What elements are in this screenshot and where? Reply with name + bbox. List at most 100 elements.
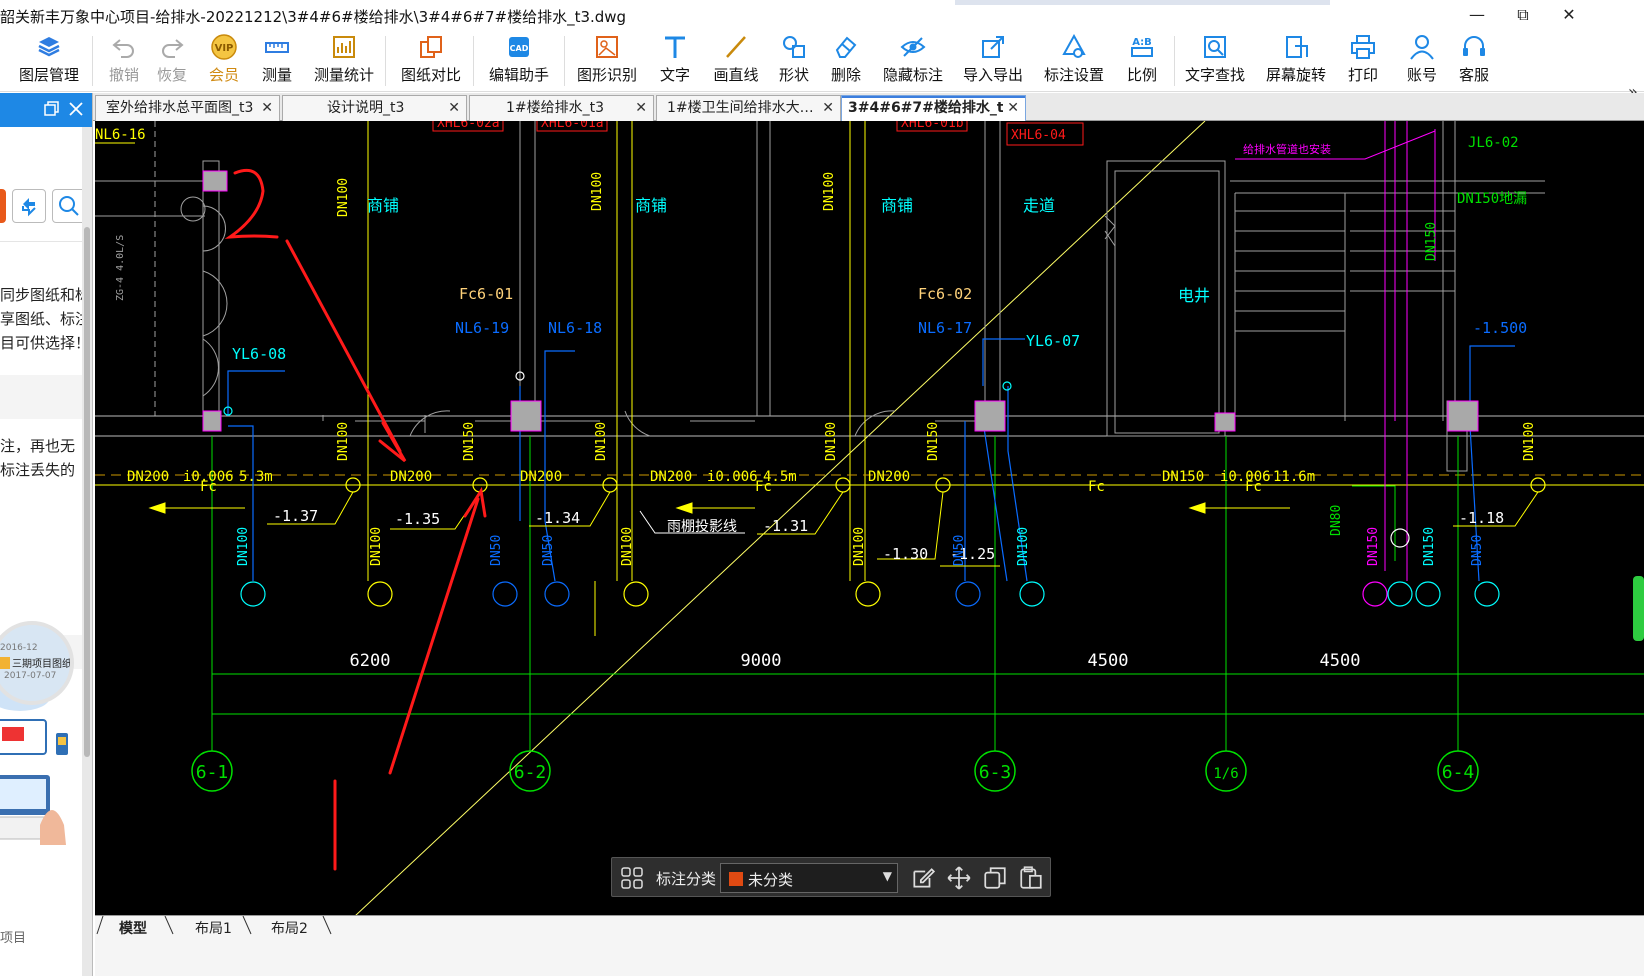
grid-icon[interactable] [620,866,644,890]
sidebar-search-button[interactable] [52,189,82,223]
vip-icon: VIP [211,34,237,60]
rotate-screen-button[interactable]: 屏幕旋转 [1264,34,1328,90]
svg-text:A:B: A:B [1132,37,1152,48]
close-panel-icon[interactable] [68,101,84,117]
space-label: 电井 [1178,286,1210,305]
card-date: 2016-12 [0,643,38,653]
edit-assistant-button[interactable]: CAD 编辑助手 [487,34,551,90]
text-button[interactable]: 文字 [653,34,697,90]
measure-stats-button[interactable]: 测量统计 [312,34,376,90]
axis-label-6-2: 6-2 [514,762,547,783]
toolbar-label: 文字查找 [1184,66,1245,84]
doc-tab-active[interactable]: 3#4#6#7#楼给排水_t3 ✕ [841,95,1026,121]
shapes-button[interactable]: 形状 [772,34,816,90]
level-value: -1.34 [535,509,580,527]
dim-4500-a: 4500 [1088,651,1129,671]
print-button[interactable]: 打印 [1341,34,1385,90]
layout-tab-model[interactable]: 模型 [111,918,155,938]
undo-button[interactable]: 撤销 [102,34,146,90]
scrollbar-thumb[interactable] [84,227,90,757]
title-bar: 韶关新丰万象中心项目-给排水-20221212\3#4#6#楼给排水\3#4#6… [0,0,1644,30]
edit-icon[interactable] [910,865,936,891]
axis-labels: 6-1 6-2 6-3 1/6 6-4 [196,762,1475,783]
tag-label: Fc6-02 [918,285,972,303]
tag-label: NL6-17 [918,319,972,337]
doc-tab[interactable]: 设计说明_t3 ✕ [282,95,467,121]
yellow-pipes [95,121,1644,636]
restore-panel-icon[interactable] [44,101,60,117]
maximize-button[interactable]: ⧉ [1500,2,1546,28]
vip-button[interactable]: VIP 会员 [202,34,246,90]
toolbar-label: 比例 [1126,66,1157,84]
tab-close-icon[interactable]: ✕ [822,96,834,120]
doc-tab[interactable]: 1#楼卫生间给排水大… ✕ [656,95,841,121]
tab-close-icon[interactable]: ✕ [261,96,273,120]
svg-text:DN80: DN80 [1329,505,1344,536]
scale-button[interactable]: A:B 比例 [1120,34,1164,90]
blue-pipes [227,338,1515,582]
level-value: -1.37 [273,507,318,525]
customer-service-button[interactable]: 客服 [1452,34,1496,90]
tag-label: XHL6-04 [1011,128,1066,143]
close-button[interactable]: ✕ [1546,2,1592,28]
delete-button[interactable]: 删除 [824,34,868,90]
tab-close-icon[interactable]: ✕ [1007,96,1019,120]
tag-label: XHL6-01b [901,121,964,131]
shape-recognize-button[interactable]: 图形识别 [575,34,639,90]
redo-icon [162,39,184,58]
divider [0,241,82,242]
space-label: 商铺 [881,196,913,215]
tab-close-icon[interactable]: ✕ [448,96,460,120]
tag-label: XHL6-02a [437,121,500,131]
layout-tab-2[interactable]: 布局2 [263,918,316,938]
tags-green: JL6-02 DN150地漏 [1457,135,1527,207]
text-search-button[interactable]: 文字查找 [1183,34,1247,90]
axis-label-1-6: 1/6 [1213,766,1238,782]
markup-settings-button[interactable]: 标注设置 [1042,34,1106,90]
doc-tab[interactable]: 室外给排水总平面图_t3 ✕ [95,95,280,121]
cad-canvas[interactable]: 6-1 6-2 6-3 1/6 6-4 6200 9000 4500 4500 … [95,121,1644,976]
svg-text:DN50: DN50 [1470,535,1485,566]
pipe-label: DN200 [390,469,432,485]
layout-tabs: 模型 布局1 布局2 [95,915,1644,976]
account-button[interactable]: 账号 [1400,34,1444,90]
main-toolbar: 图层管理 撤销 恢复 VIP 会员 测量 测量统计 图纸对比 CAD 编辑助手 … [0,30,1644,101]
separator [1174,36,1175,86]
text-search-icon [1204,36,1226,58]
layout-tab-1[interactable]: 布局1 [187,918,240,938]
window-title: 韶关新丰万象中心项目-给排水-20221212\3#4#6#楼给排水\3#4#6… [0,8,627,26]
hide-markup-button[interactable]: 隐藏标注 [881,34,945,90]
sidebar-text-line: 享图纸、标注 [0,310,82,328]
drawing-svg[interactable]: 6-1 6-2 6-3 1/6 6-4 6200 9000 4500 4500 … [95,121,1644,976]
tag-label: JL6-02 [1468,135,1519,151]
sidebar-text-line: 注，再也无 [0,437,76,455]
compare-button[interactable]: 图纸对比 [399,34,463,90]
space-label: 走道 [1023,196,1055,215]
paste-icon[interactable] [1018,865,1044,891]
doc-tab[interactable]: 1#楼给排水_t3 ✕ [469,95,654,121]
sync-button[interactable] [12,189,46,223]
tab-close-icon[interactable]: ✕ [635,96,647,120]
layers-icon [38,37,60,57]
markup-category-label: 标注分类 [656,870,717,888]
pipe-label: DN200 [650,469,692,485]
pipe-label: Fc [1245,479,1262,495]
copy-icon[interactable] [982,865,1008,891]
markup-category-select[interactable]: 未分类 ▼ [720,863,898,893]
layer-manage-button[interactable]: 图层管理 [14,34,84,90]
toolbar-label: 恢复 [156,66,187,84]
sidebar-scrollbar[interactable] [82,127,92,976]
pipe-label: 5.3m [239,469,273,485]
import-export-button[interactable]: 导入导出 [961,34,1025,90]
sidebar-orange-tab[interactable] [0,189,6,223]
move-icon[interactable] [946,865,972,891]
right-scroll-thumb[interactable] [1633,576,1644,641]
edit-assistant-icon: CAD [509,37,529,57]
redo-button[interactable]: 恢复 [150,34,194,90]
measure-button[interactable]: 测量 [254,34,300,90]
minimize-button[interactable]: — [1454,2,1500,28]
measure-icon [265,42,289,53]
folder-icon [0,657,10,669]
tag-label: 给排水管道也安装 [1243,142,1331,156]
draw-line-button[interactable]: 画直线 [708,34,764,90]
